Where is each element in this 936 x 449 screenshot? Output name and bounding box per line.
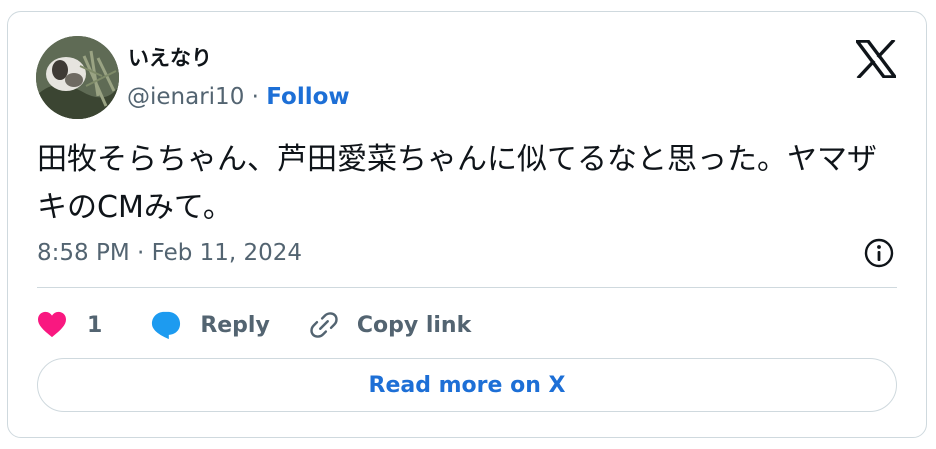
reply-button[interactable]: Reply	[150, 310, 270, 340]
info-icon[interactable]	[863, 237, 895, 269]
display-name[interactable]: いえなり	[128, 44, 212, 72]
handle-row: @ienari10 · Follow	[127, 82, 350, 112]
embedded-post-card: いえなり @ienari10 · Follow 田牧そらちゃん、芦田愛菜ちゃんに…	[7, 11, 927, 438]
heart-icon	[38, 311, 66, 338]
action-bar: 1 Reply Copy link	[37, 306, 471, 344]
timestamp[interactable]: 8:58 PM · Feb 11, 2024	[37, 238, 302, 268]
follow-link[interactable]: Follow	[266, 84, 349, 110]
tweet-text: 田牧そらちゃん、芦田愛菜ちゃんに似てるなと思った。ヤマザキのCMみて。	[37, 142, 877, 225]
handle[interactable]: @ienari10	[127, 84, 244, 110]
avatar[interactable]	[36, 36, 119, 119]
like-button[interactable]: 1	[37, 311, 102, 339]
reply-label: Reply	[200, 312, 270, 338]
copy-link-label: Copy link	[356, 312, 472, 338]
read-more-button[interactable]: Read more on X	[37, 358, 897, 412]
speech-bubble-icon	[152, 311, 181, 340]
separator-dot: ·	[251, 84, 259, 110]
divider	[37, 287, 897, 288]
x-logo-icon[interactable]	[853, 38, 899, 80]
avatar-image	[36, 36, 119, 119]
copy-link-button[interactable]: Copy link	[309, 310, 471, 340]
link-icon	[310, 312, 338, 338]
like-count: 1	[87, 312, 103, 338]
